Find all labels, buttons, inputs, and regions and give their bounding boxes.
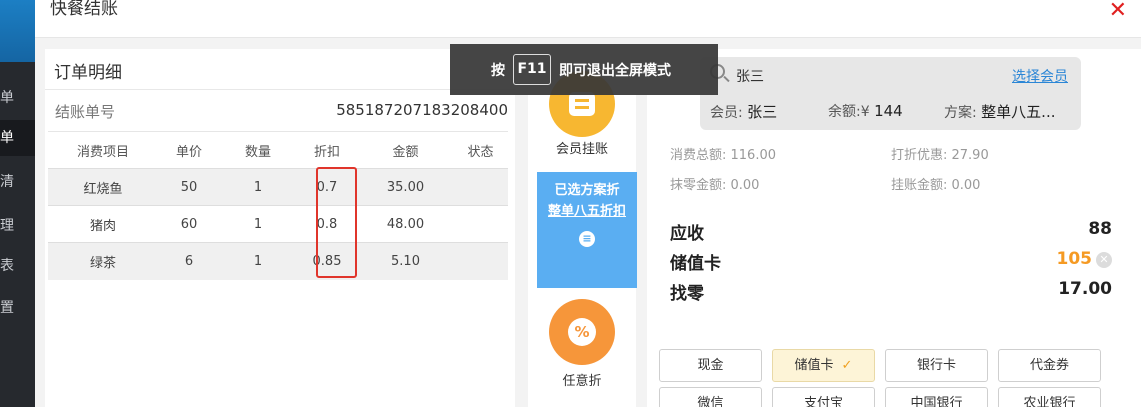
background-menu-item[interactable]: 单 [0, 80, 35, 116]
change-label: 找零 [670, 284, 704, 304]
discount-benefit: 打折优惠: 27.90 [891, 148, 989, 163]
plan-value: 整单八五... [981, 103, 1056, 121]
document-icon [569, 92, 595, 116]
any-discount-label: 任意折 [562, 374, 602, 389]
stored-card-row: 储值卡 105 ✕ [670, 249, 1112, 274]
pay-stored-card-button[interactable]: 储值卡 ✓ [772, 349, 875, 382]
select-member-link[interactable]: 选择会员 [1012, 66, 1068, 86]
background-menu-item[interactable]: 清 [0, 164, 35, 200]
table-row[interactable]: 猪肉 60 1 0.8 48.00 [48, 205, 508, 243]
balance-value: 144 [874, 102, 903, 120]
selected-plan-name[interactable]: 整单八五折扣 [537, 200, 637, 219]
cell-quantity: 1 [220, 242, 296, 280]
pay-voucher-button[interactable]: 代金券 [998, 349, 1101, 382]
modal-header: 快餐结账 ✕ [35, 0, 1141, 38]
balance-label: 余额:¥ [828, 104, 870, 120]
cell-quantity: 1 [220, 168, 296, 206]
pay-stored-card-label: 储值卡 [794, 358, 834, 373]
cell-price: 6 [158, 242, 220, 280]
pay-alipay-button[interactable]: 支付宝 [772, 387, 875, 407]
change-row: 找零 17.00 [670, 279, 1112, 304]
change-value: 17.00 [1058, 279, 1112, 299]
cell-status [453, 168, 508, 206]
pay-bank-card-button[interactable]: 银行卡 [885, 349, 988, 382]
selected-plan-title: 已选方案折 [554, 183, 620, 198]
close-icon[interactable]: ✕ [1109, 0, 1127, 22]
cell-item: 猪肉 [48, 205, 158, 243]
table-row[interactable]: 红烧鱼 50 1 0.7 35.00 [48, 168, 508, 206]
member-plan-field: 方案: 整单八五... [944, 101, 1055, 122]
background-sidebar: 单 单 清 理 表 置 [0, 0, 35, 407]
clear-icon[interactable]: ✕ [1096, 252, 1112, 268]
cell-status [453, 205, 508, 243]
member-info-box: 张三 选择会员 会员: 张三 余额:¥ 144 方案: 整单八五... [700, 57, 1081, 130]
member-charge-label: 会员挂账 [555, 142, 608, 157]
stored-card-label: 储值卡 [670, 254, 721, 274]
fullscreen-hint-toast: 按 F11 即可退出全屏模式 [450, 44, 718, 95]
f11-key: F11 [513, 54, 551, 85]
table-row[interactable]: 绿茶 6 1 0.85 5.10 [48, 242, 508, 280]
background-menu-item[interactable]: 置 [0, 290, 35, 326]
cell-item: 红烧鱼 [48, 168, 158, 206]
cell-amount: 35.00 [358, 168, 453, 206]
bill-number-value: 585187207183208400 [336, 101, 508, 119]
column-header-item: 消费项目 [48, 131, 158, 169]
on-account-amount: 挂账金额: 0.00 [891, 178, 981, 193]
order-items-table: 消费项目 单价 数量 折扣 金额 状态 红烧鱼 50 1 0.7 35.00 猪… [48, 131, 508, 280]
cell-status [453, 242, 508, 280]
payment-panel: 张三 选择会员 会员: 张三 余额:¥ 144 方案: 整单八五... 消费总额… [647, 49, 1141, 407]
check-icon: ✓ [841, 358, 853, 373]
background-logo-area [0, 0, 35, 62]
round-off-amount: 抹零金额: 0.00 [670, 178, 760, 193]
column-header-price: 单价 [158, 131, 220, 169]
toast-message: 即可退出全屏模式 [559, 63, 671, 79]
receivable-label: 应收 [670, 224, 704, 244]
order-detail-panel: 订单明细 结账单号 585187207183208400 消费项目 单价 数量 … [45, 49, 515, 407]
toast-prefix: 按 [491, 63, 505, 79]
cell-amount: 48.00 [358, 205, 453, 243]
receivable-value: 88 [1088, 219, 1112, 239]
member-name-field: 会员: 张三 [710, 101, 777, 122]
column-header-discount: 折扣 [296, 131, 358, 169]
background-menu-item[interactable]: 表 [0, 248, 35, 284]
modal-title: 快餐结账 [50, 0, 118, 19]
cell-price: 60 [158, 205, 220, 243]
divider [45, 89, 515, 90]
cell-price: 50 [158, 168, 220, 206]
cell-quantity: 1 [220, 205, 296, 243]
background-menu-item-active[interactable]: 单 [0, 120, 35, 156]
member-balance-field: 余额:¥ 144 [828, 101, 903, 121]
stored-card-value[interactable]: 105 [1057, 249, 1093, 269]
bill-number-label: 结账单号 [55, 103, 116, 121]
cell-item: 绿茶 [48, 242, 158, 280]
discount-highlight-box [316, 167, 357, 278]
receivable-row: 应收 88 [670, 219, 1112, 244]
order-detail-title: 订单明细 [54, 63, 122, 83]
pay-cash-button[interactable]: 现金 [659, 349, 762, 382]
any-discount-button[interactable]: % [549, 299, 615, 365]
selected-plan-card[interactable]: 已选方案折 整单八五折扣 ≡ [537, 172, 637, 288]
cell-amount: 5.10 [358, 242, 453, 280]
column-header-amount: 金额 [358, 131, 453, 169]
table-header-row: 消费项目 单价 数量 折扣 金额 状态 [48, 131, 508, 169]
member-label: 会员: [710, 105, 743, 121]
total-consumption: 消费总额: 116.00 [670, 148, 776, 163]
quick-actions-column: 会员挂账 已选方案折 整单八五折扣 ≡ % 任意折 [528, 49, 637, 407]
column-header-status: 状态 [453, 131, 508, 169]
menu-icon[interactable]: ≡ [579, 231, 595, 247]
member-name: 张三 [747, 103, 778, 121]
pay-boc-button[interactable]: 中国银行 [885, 387, 988, 407]
background-menu-item[interactable]: 理 [0, 208, 35, 244]
member-search-value[interactable]: 张三 [736, 66, 764, 86]
column-header-quantity: 数量 [220, 131, 296, 169]
pay-abc-button[interactable]: 农业银行 [998, 387, 1101, 407]
percent-icon: % [568, 318, 596, 346]
plan-label: 方案: [944, 105, 977, 121]
pay-wechat-button[interactable]: 微信 [659, 387, 762, 407]
